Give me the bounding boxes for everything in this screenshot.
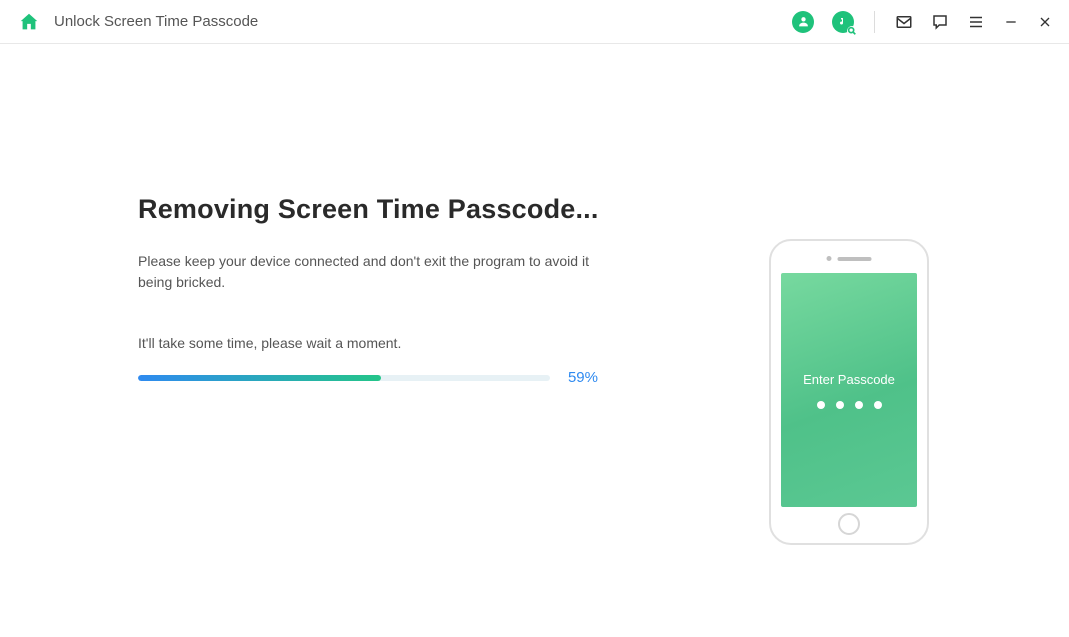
minimize-button[interactable]: [1003, 14, 1019, 30]
music-search-icon[interactable]: [832, 11, 854, 33]
phone-home-button: [838, 513, 860, 535]
progress-row: 59%: [138, 369, 598, 386]
account-icon[interactable]: [792, 11, 814, 33]
description-text: Please keep your device connected and do…: [138, 251, 598, 293]
header-right: [792, 11, 1053, 33]
feedback-icon[interactable]: [931, 13, 949, 31]
header-left: Unlock Screen Time Passcode: [18, 11, 258, 33]
phone-illustration: Enter Passcode: [769, 239, 929, 545]
header-title: Unlock Screen Time Passcode: [54, 13, 258, 30]
header-separator: [874, 11, 875, 33]
phone-earpiece: [827, 256, 872, 261]
progress-bar: [138, 375, 550, 381]
content-area: Removing Screen Time Passcode... Please …: [0, 194, 610, 386]
progress-percent: 59%: [568, 369, 598, 386]
progress-fill: [138, 375, 381, 381]
page-heading: Removing Screen Time Passcode...: [138, 194, 610, 225]
home-icon[interactable]: [18, 11, 40, 33]
phone-screen: Enter Passcode: [781, 273, 917, 507]
menu-icon[interactable]: [967, 13, 985, 31]
close-button[interactable]: [1037, 14, 1053, 30]
passcode-dots: [817, 401, 882, 409]
phone-screen-text: Enter Passcode: [803, 372, 895, 387]
wait-text: It'll take some time, please wait a mome…: [138, 335, 610, 351]
mail-icon[interactable]: [895, 13, 913, 31]
phone-frame: Enter Passcode: [769, 239, 929, 545]
main-content: Removing Screen Time Passcode... Please …: [0, 44, 1069, 386]
app-header: Unlock Screen Time Passcode: [0, 0, 1069, 44]
